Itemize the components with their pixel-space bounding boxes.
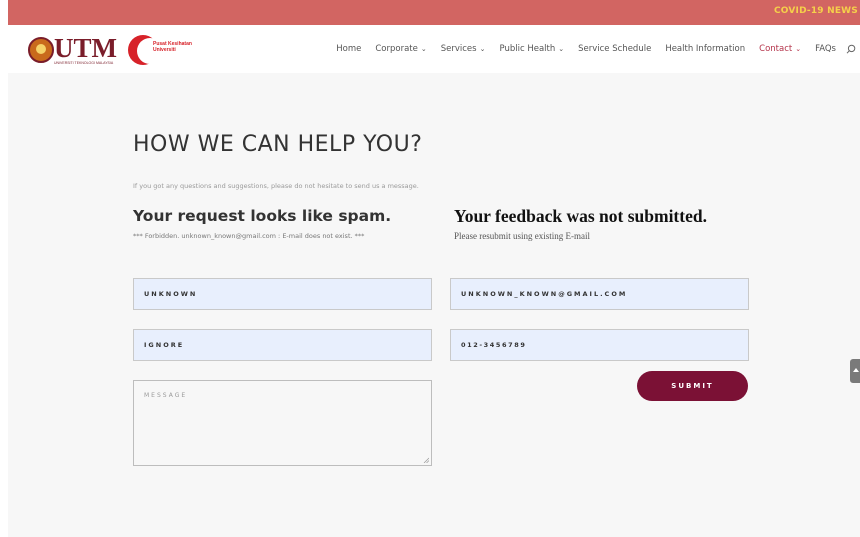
subject-field[interactable]: IGNORE	[133, 329, 432, 361]
feedback-error-title: Your feedback was not submitted.	[454, 206, 707, 226]
contact-section: HOW WE CAN HELP YOU? If you got any ques…	[8, 73, 860, 537]
nav-item-label: Service Schedule	[578, 44, 652, 54]
nav-item-contact[interactable]: Contact ⌄	[759, 44, 801, 54]
feedback-error-detail: Please resubmit using existing E-mail	[454, 231, 590, 241]
submit-button[interactable]: SUBMIT	[637, 371, 748, 401]
nav-item-corporate[interactable]: Corporate ⌄	[375, 44, 426, 54]
covid-news-link[interactable]: COVID-19 NEWS	[774, 6, 858, 16]
chevron-down-icon: ⌄	[795, 45, 802, 53]
logo-clinic-text: Pusat Kesihatan Universiti	[153, 41, 192, 53]
nav-item-public-health[interactable]: Public Health ⌄	[499, 44, 564, 54]
page-title: HOW WE CAN HELP YOU?	[133, 132, 423, 157]
email-field[interactable]: UNKNOWN_KNOWN@GMAIL.COM	[450, 278, 749, 310]
message-placeholder: MESSAGE	[144, 392, 188, 399]
nav-item-home[interactable]: Home	[336, 44, 361, 54]
resize-handle-icon[interactable]	[423, 457, 429, 463]
logo-utm-text: UTM	[54, 33, 117, 63]
chevron-down-icon: ⌄	[479, 45, 486, 53]
nav-item-label: Home	[336, 44, 362, 54]
utm-seal-icon	[28, 37, 54, 63]
search-icon[interactable]	[846, 44, 856, 54]
scroll-to-top-button[interactable]	[850, 359, 860, 383]
nav-item-health-information[interactable]: Health Information	[665, 44, 745, 54]
spam-error-title: Your request looks like spam.	[133, 207, 392, 225]
nav-item-services[interactable]: Services ⌄	[441, 44, 486, 54]
nav-item-label: Public Health	[499, 44, 556, 54]
intro-text: If you got any questions and suggestions…	[133, 182, 419, 190]
name-field[interactable]: UNKNOWN	[133, 278, 432, 310]
top-bar: COVID-19 NEWS	[8, 0, 860, 25]
main-nav: Home Corporate ⌄ Services ⌄ Public Health ⌄…	[322, 25, 860, 73]
nav-item-label: Services	[440, 44, 477, 54]
left-edge	[0, 0, 8, 537]
logo-subtitle: UNIVERSITI TEKNOLOGI MALAYSIA	[54, 61, 114, 65]
nav-item-label: Corporate	[375, 44, 418, 54]
site-logo[interactable]: UTM UNIVERSITI TEKNOLOGI MALAYSIA Pusat …	[28, 33, 228, 67]
site-header: UTM UNIVERSITI TEKNOLOGI MALAYSIA Pusat …	[8, 25, 860, 73]
nav-item-faqs[interactable]: FAQs	[815, 44, 836, 54]
message-field[interactable]: MESSAGE	[133, 380, 432, 466]
spam-error-detail: *** Forbidden. unknown_known@gmail.com :…	[133, 232, 365, 240]
nav-item-label: Health Information	[665, 44, 746, 54]
phone-field[interactable]: 012-3456789	[450, 329, 749, 361]
chevron-down-icon: ⌄	[558, 45, 565, 53]
nav-item-label: Contact	[759, 44, 793, 54]
nav-item-service-schedule[interactable]: Service Schedule	[578, 44, 651, 54]
chevron-down-icon: ⌄	[420, 45, 427, 53]
nav-item-label: FAQs	[815, 44, 836, 54]
